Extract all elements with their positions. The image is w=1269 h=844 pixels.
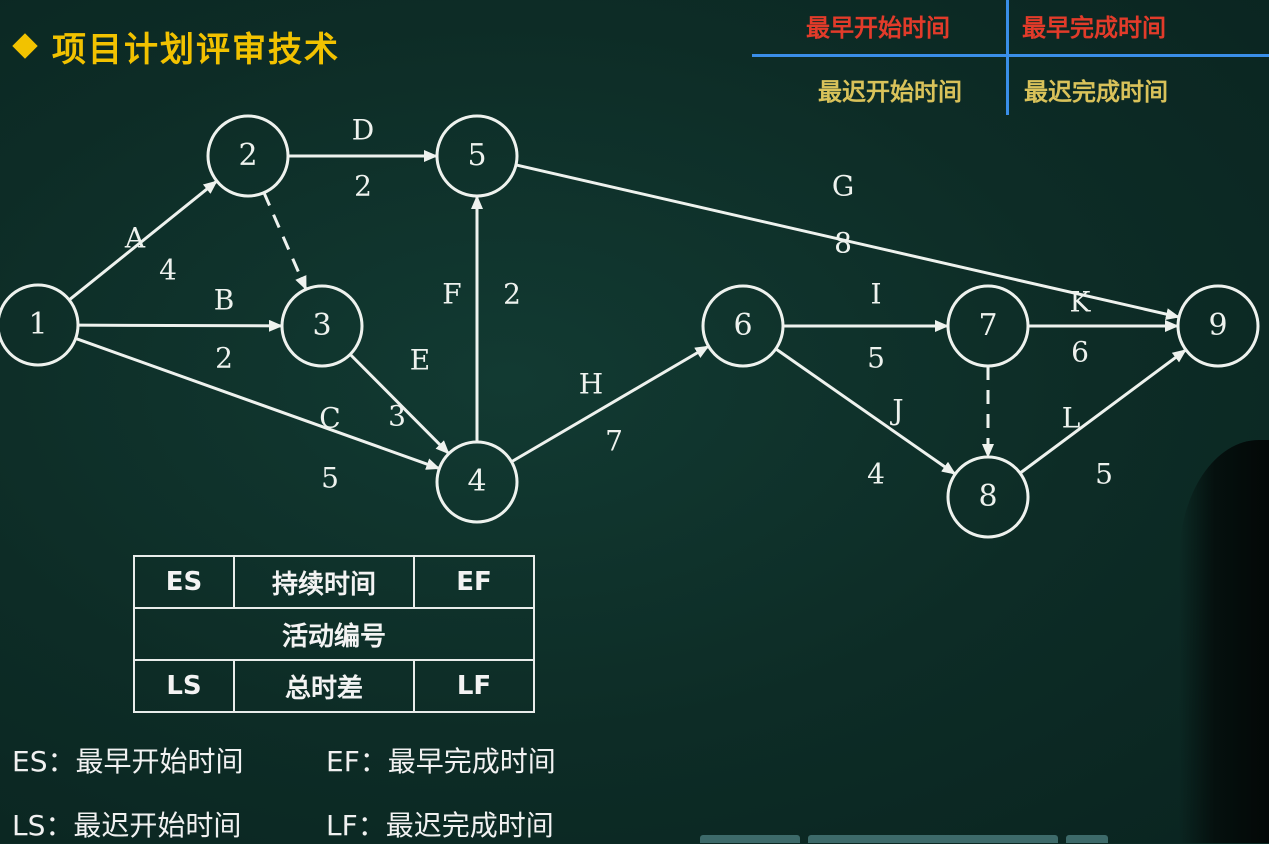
activity-duration-label: 3: [388, 400, 406, 433]
activity-arrow-b: [77, 319, 284, 332]
activity-name-label: I: [870, 278, 881, 311]
event-node-number: 6: [733, 308, 752, 343]
legend-cell-es: ES: [133, 555, 235, 609]
network-diagram: 123456 789 A4B2C5D2E3F 2G8H7I5J4K6L5: [0, 114, 1260, 539]
activity-node-legend: ES 持续时间 EF 活动编号 LS 总时差 LF: [133, 555, 535, 713]
activity-name-label: F: [442, 278, 461, 311]
legend-cell-ls: LS: [133, 659, 235, 713]
activity-duration-label: 7: [605, 425, 623, 458]
event-node-number: 2: [238, 138, 257, 173]
footer-tab: [1066, 835, 1108, 843]
event-node-number: 5: [467, 138, 486, 173]
note-lf: LF：最迟完成时间: [326, 809, 554, 842]
activity-arrow-l: [1019, 349, 1187, 475]
activity-name-label: L: [1062, 402, 1081, 435]
note-ls: LS：最迟开始时间: [12, 809, 242, 842]
activity-name-label: B: [214, 284, 235, 317]
activity-name-label: C: [319, 402, 340, 435]
presenter-silhouette: [1179, 440, 1269, 843]
note-ef: EF：最早完成时间: [326, 745, 556, 778]
activity-duration-label: 4: [159, 254, 177, 287]
legend-cell-ef: EF: [413, 555, 535, 609]
activity-duration-label: 5: [321, 462, 339, 495]
activity-name-label: E: [410, 344, 430, 377]
activity-duration-label: 5: [1095, 458, 1113, 491]
event-node-number: 8: [978, 479, 997, 514]
activity-arrow-j: [774, 347, 957, 475]
dummy-activity-arrow: [262, 192, 308, 291]
event-node-number: 4: [467, 464, 486, 499]
activity-name-label: K: [1070, 286, 1092, 319]
event-node-number: 7: [978, 308, 997, 343]
legend-cell-lf: LF: [413, 659, 535, 713]
event-node-number: 9: [1208, 308, 1227, 343]
activity-duration-label: 5: [867, 342, 885, 375]
note-es: ES：最早开始时间: [12, 745, 244, 778]
activity-name-label: G: [832, 170, 854, 203]
activity-name-label: J: [889, 394, 903, 427]
event-node-number: 3: [312, 308, 331, 343]
event-node-number: 1: [28, 307, 47, 342]
activity-name-label: D: [352, 114, 374, 147]
activity-duration-label: 6: [1071, 336, 1089, 369]
legend-cell-total-float: 总时差: [233, 659, 415, 713]
legend-cell-activity-id: 活动编号: [133, 607, 535, 661]
activity-duration-label: 2: [354, 170, 372, 203]
legend-cell-duration: 持续时间: [233, 555, 415, 609]
activity-duration-label: 2: [215, 342, 233, 375]
activity-arrow-c: [75, 337, 441, 470]
activity-duration-label: 8: [834, 227, 852, 260]
footer-tab: [808, 835, 1058, 843]
footer-tab: [700, 835, 800, 843]
activity-name-label: H: [579, 368, 603, 401]
activity-name-label: A: [124, 222, 146, 255]
activity-duration-label: 2: [503, 278, 521, 311]
activity-duration-label: 4: [867, 458, 885, 491]
